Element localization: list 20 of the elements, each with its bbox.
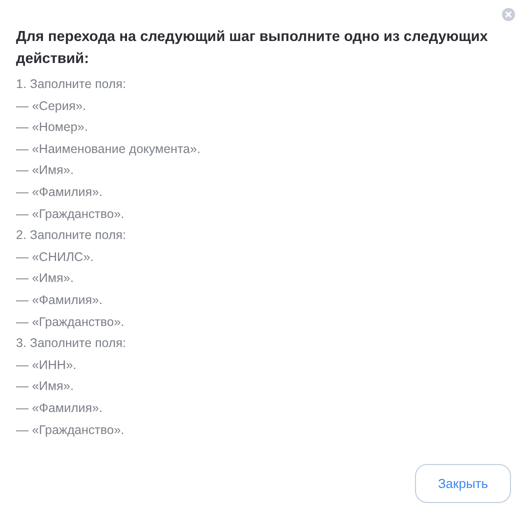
instruction-line: — «Имя». (16, 270, 75, 288)
instruction-line: — «Номер». (16, 119, 89, 136)
instruction-line: — «Фамилия». (16, 292, 104, 309)
instruction-line: — «Имя». (16, 378, 75, 396)
instruction-line: 1. Заполните поля: (16, 76, 128, 93)
instruction-line: — «СНИЛС». (16, 248, 95, 266)
instruction-line: — «Фамилия». (16, 400, 104, 417)
dialog-title: Для перехода на следующий шаг выполните одно из следующих действий: (16, 28, 489, 69)
instruction-line: — «Наименование документа». (16, 140, 202, 158)
instruction-line: — «Серия». (16, 98, 88, 115)
instruction-line: — «ИНН». (16, 356, 78, 374)
instruction-line: — «Имя». (16, 162, 75, 180)
close-icon[interactable] (502, 8, 515, 21)
instruction-line: 3. Заполните поля: (16, 335, 128, 352)
close-button[interactable]: Закрыть (415, 464, 511, 503)
instruction-line: — «Фамилия». (16, 184, 104, 201)
instruction-line: — «Гражданство». (16, 314, 126, 331)
instruction-line: 2. Заполните поля: (16, 227, 128, 244)
instruction-line: — «Гражданство». (16, 422, 126, 439)
instruction-line: — «Гражданство». (16, 206, 126, 223)
